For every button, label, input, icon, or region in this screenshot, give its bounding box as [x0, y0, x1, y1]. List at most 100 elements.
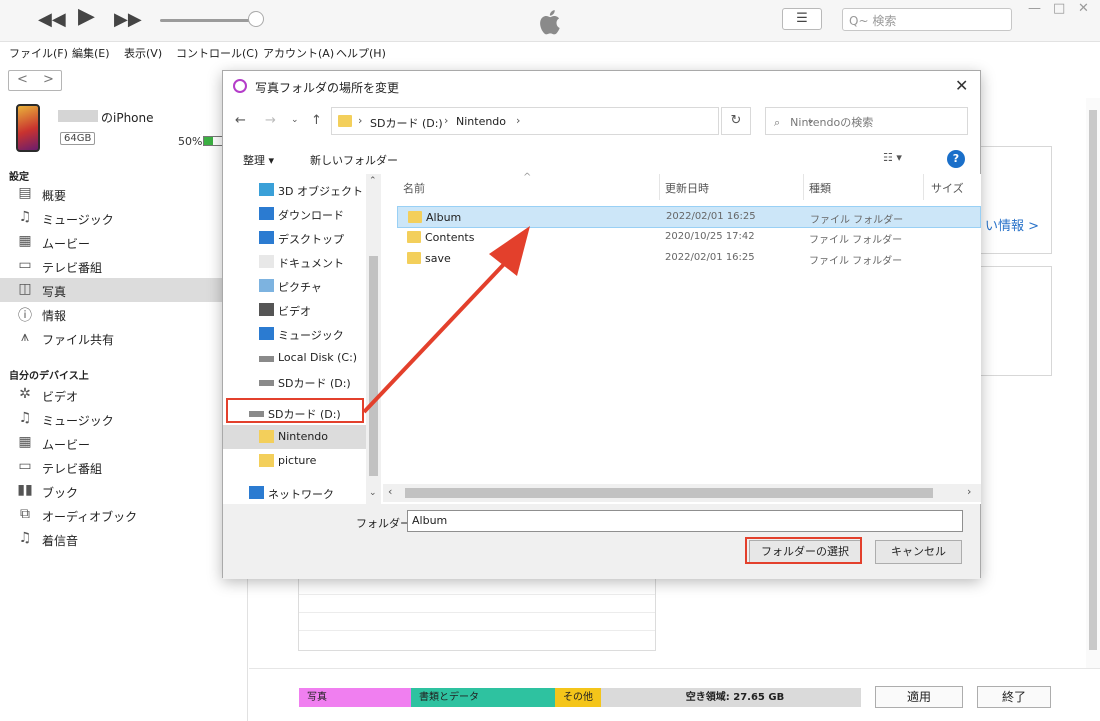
- nav-scrollbar[interactable]: ⌃ ⌄: [366, 174, 381, 504]
- fast-forward-button[interactable]: ▶▶: [114, 10, 142, 30]
- menu-account[interactable]: アカウント(A): [263, 45, 334, 61]
- file-name: Contents: [425, 231, 475, 244]
- folder-icon: [407, 231, 421, 243]
- new-folder-button[interactable]: 新しいフォルダー: [310, 152, 398, 168]
- dialog-titlebar: 写真フォルダの場所を変更 ✕: [223, 71, 980, 102]
- list-view-button[interactable]: ☰: [782, 8, 822, 30]
- column-date[interactable]: 更新日時: [665, 180, 709, 196]
- rewind-button[interactable]: ◀◀: [38, 10, 66, 30]
- path-segment-sd[interactable]: SDカード (D:): [370, 115, 443, 131]
- back-icon[interactable]: ←: [235, 113, 246, 128]
- sidebar-item-device-5[interactable]: ⧉ オーディオブック: [0, 503, 248, 527]
- menu-edit[interactable]: 編集(E): [72, 45, 110, 61]
- folder-icon: [259, 454, 274, 467]
- column-type[interactable]: 種類: [809, 180, 831, 196]
- sidebar-item-device-6[interactable]: ♫ 着信音: [0, 527, 248, 551]
- sidebar-item-settings-5[interactable]: ⓘ 情報: [0, 302, 248, 326]
- organize-button[interactable]: 整理 ▾: [243, 152, 274, 168]
- file-row-save[interactable]: save 2022/02/01 16:25 ファイル フォルダー: [397, 248, 981, 270]
- maximize-button[interactable]: □: [1053, 1, 1065, 16]
- minimize-button[interactable]: —: [1028, 1, 1041, 16]
- dialog-toolbar: 整理 ▾ 新しいフォルダー ☷ ▾ ?: [223, 147, 980, 171]
- info-icon: ⓘ: [18, 308, 32, 324]
- volume-knob[interactable]: [248, 11, 264, 27]
- window-close-button[interactable]: ✕: [1078, 1, 1089, 16]
- column-size[interactable]: サイズ: [931, 180, 964, 196]
- back-arrow-icon[interactable]: <: [17, 72, 28, 87]
- menu-controls[interactable]: コントロール(C): [176, 45, 258, 61]
- horizontal-scrollbar[interactable]: ‹ ›: [383, 484, 981, 502]
- sidebar-item-device-2[interactable]: ▦ ムービー: [0, 431, 248, 455]
- nav-item-10[interactable]: Nintendo: [223, 425, 368, 449]
- folder-icon: [338, 115, 352, 127]
- apply-button[interactable]: 適用: [875, 686, 963, 708]
- more-info-link[interactable]: い情報 >: [985, 215, 1039, 234]
- address-bar[interactable]: › SDカード (D:) › Nintendo › ⌄: [331, 107, 815, 135]
- sidebar-item-device-3[interactable]: ▭ テレビ番組: [0, 455, 248, 479]
- sidebar-item-settings-6[interactable]: ⩚ ファイル共有: [0, 326, 248, 350]
- file-name: Album: [426, 211, 462, 224]
- desktop-icon: [259, 231, 274, 244]
- file-row-contents[interactable]: Contents 2020/10/25 17:42 ファイル フォルダー: [397, 227, 981, 249]
- nav-item-6[interactable]: ミュージック: [223, 322, 368, 346]
- sidebar-item-label: 着信音: [42, 534, 79, 548]
- nav-item-2[interactable]: デスクトップ: [223, 226, 368, 250]
- nav-item-5[interactable]: ビデオ: [223, 298, 368, 322]
- menu-view[interactable]: 表示(V): [124, 45, 162, 61]
- folder-search-input[interactable]: ⌕ Nintendoの検索: [765, 107, 968, 135]
- menu-help[interactable]: ヘルプ(H): [336, 45, 386, 61]
- sidebar-item-label: ミュージック: [42, 213, 114, 227]
- itunes-search-input[interactable]: Q~ 検索: [842, 8, 1012, 31]
- help-icon[interactable]: ?: [947, 150, 965, 168]
- done-button[interactable]: 終了: [977, 686, 1051, 708]
- nav-item-8[interactable]: SDカード (D:): [223, 370, 368, 394]
- nav-item-label: Nintendo: [278, 430, 329, 443]
- view-options-icon[interactable]: ☷ ▾: [883, 151, 902, 164]
- download-icon: [259, 207, 274, 220]
- sidebar-item-device-4[interactable]: ▮▮ ブック: [0, 479, 248, 503]
- file-row-album[interactable]: Album 2022/02/01 16:25 ファイル フォルダー: [397, 206, 981, 228]
- menu-bar: ファイル(F) 編集(E) 表示(V) コントロール(C) アカウント(A) ヘ…: [0, 43, 1100, 63]
- main-scrollbar[interactable]: [1086, 98, 1100, 668]
- nav-item-0[interactable]: 3D オブジェクト: [223, 178, 368, 202]
- forward-arrow-icon[interactable]: >: [43, 72, 54, 87]
- cancel-button[interactable]: キャンセル: [875, 540, 962, 564]
- nav-item-4[interactable]: ピクチャ: [223, 274, 368, 298]
- sidebar-item-settings-3[interactable]: ▭ テレビ番組: [0, 254, 248, 278]
- sidebar-item-label: ブック: [42, 486, 79, 500]
- sidebar-item-device-0[interactable]: ✲ ビデオ: [0, 383, 248, 407]
- sidebar-item-device-1[interactable]: ♫ ミュージック: [0, 407, 248, 431]
- folder-icon: [408, 211, 422, 223]
- folder-name-field[interactable]: Album: [407, 510, 963, 532]
- nav-item-7[interactable]: Local Disk (C:): [223, 346, 368, 370]
- nav-item-label: ピクチャ: [278, 281, 322, 294]
- sidebar-item-settings-4[interactable]: ◫ 写真: [0, 278, 248, 302]
- sidebar-item-settings-1[interactable]: ♫ ミュージック: [0, 206, 248, 230]
- video-icon: [259, 303, 274, 316]
- dialog-close-button[interactable]: ✕: [955, 76, 968, 95]
- up-icon[interactable]: ↑: [311, 113, 322, 128]
- file-list: ^ 名前 更新日時 種類 サイズ Album 2022/02/01 16:25 ファ…: [383, 172, 981, 504]
- menu-file[interactable]: ファイル(F): [9, 45, 68, 61]
- nav-item-1[interactable]: ダウンロード: [223, 202, 368, 226]
- recent-dropdown-icon[interactable]: ⌄: [291, 115, 299, 125]
- sidebar-item-settings-0[interactable]: ▤ 概要: [0, 182, 248, 206]
- refresh-button[interactable]: ↻: [721, 107, 751, 135]
- photo-list-panel: [298, 575, 656, 651]
- music-icon: [259, 327, 274, 340]
- tv-icon: ▭: [18, 458, 32, 474]
- nav-item-11[interactable]: picture: [223, 449, 368, 473]
- nav-item-3[interactable]: ドキュメント: [223, 250, 368, 274]
- column-name[interactable]: 名前: [403, 180, 425, 196]
- redacted-name: [58, 110, 98, 122]
- document-icon: [259, 255, 274, 268]
- play-button[interactable]: ▶: [78, 6, 95, 28]
- battery-percent: 50%: [178, 135, 203, 148]
- file-type: ファイル フォルダー: [810, 215, 904, 226]
- path-segment-nintendo[interactable]: Nintendo: [456, 115, 506, 128]
- nav-item-label: ビデオ: [278, 305, 311, 318]
- nav-item-12[interactable]: ネットワーク: [223, 481, 368, 505]
- sidebar-item-settings-2[interactable]: ▦ ムービー: [0, 230, 248, 254]
- volume-slider[interactable]: [160, 19, 255, 22]
- forward-icon[interactable]: →: [265, 113, 276, 128]
